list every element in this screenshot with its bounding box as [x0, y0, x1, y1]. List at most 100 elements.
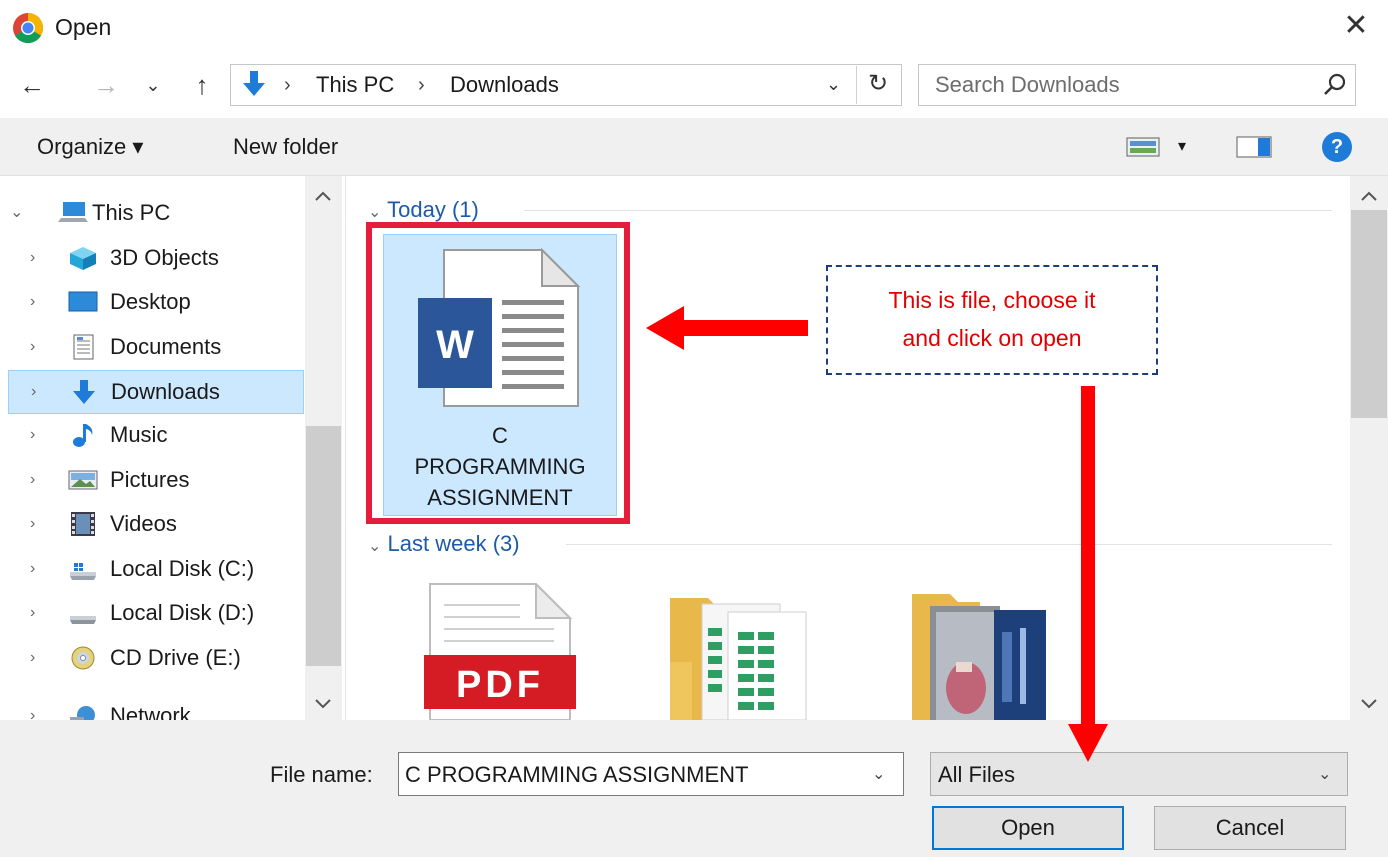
music-icon	[73, 424, 93, 447]
file-name-label: File name:	[270, 762, 373, 787]
group-divider	[524, 210, 1332, 211]
sidebar-item-cd-drive[interactable]: › CD Drive (E:)	[8, 637, 304, 681]
sidebar-item-label: Local Disk (C:)	[110, 556, 255, 581]
sidebar-item-local-disk-c[interactable]: › Local Disk (C:)	[8, 548, 304, 592]
group-label: Last week (3)	[387, 531, 520, 556]
folder-photos-icon[interactable]	[910, 592, 1050, 720]
sidebar-item-label: Network	[110, 703, 191, 720]
scroll-up-arrow-icon[interactable]	[314, 190, 332, 202]
group-divider	[566, 544, 1332, 545]
sidebar-item-pictures[interactable]: › Pictures	[8, 459, 304, 503]
sidebar-item-local-disk-d[interactable]: › Local Disk (D:)	[8, 592, 304, 636]
sidebar-item-this-pc[interactable]: ⌄ This PC	[8, 192, 304, 236]
scroll-up-arrow-icon[interactable]	[1360, 190, 1378, 202]
chevron-right-icon[interactable]: ›	[30, 703, 35, 720]
cancel-button[interactable]: Cancel	[1154, 806, 1346, 850]
group-header-last-week[interactable]: ⌄ Last week (3)	[368, 529, 520, 562]
chevron-down-icon[interactable]: ⌄	[368, 204, 381, 221]
documents-icon	[73, 334, 94, 360]
chevron-down-icon[interactable]: ⌄	[10, 200, 23, 226]
chevron-right-icon[interactable]: ›	[30, 245, 35, 271]
breadcrumb-separator: ›	[418, 74, 425, 96]
search-icon[interactable]	[1322, 72, 1348, 98]
annotation-line: This is file, choose it	[888, 287, 1096, 313]
sidebar-item-label: CD Drive (E:)	[110, 645, 241, 670]
scrollbar-thumb[interactable]	[1351, 210, 1387, 418]
chevron-down-icon[interactable]: ⌄	[1318, 760, 1331, 790]
sidebar-item-label: Pictures	[110, 467, 190, 492]
scroll-down-arrow-icon[interactable]	[314, 698, 332, 710]
new-folder-button[interactable]: New folder	[233, 132, 338, 162]
3d-objects-icon	[70, 247, 96, 270]
breadcrumb-downloads[interactable]: Downloads	[450, 70, 559, 100]
chevron-right-icon[interactable]: ›	[30, 556, 35, 582]
chevron-right-icon[interactable]: ›	[31, 379, 36, 405]
cd-drive-icon	[71, 646, 95, 670]
folder-spreadsheet-icon[interactable]	[668, 592, 808, 720]
view-dropdown-button[interactable]: ▾	[1178, 132, 1186, 162]
annotation-highlight-box	[366, 222, 630, 524]
search-placeholder: Search Downloads	[935, 72, 1120, 97]
sidebar-item-label: Local Disk (D:)	[110, 600, 255, 625]
sidebar-item-label: Videos	[110, 511, 177, 536]
downloads-arrow-icon	[243, 71, 265, 96]
pictures-icon	[68, 470, 98, 490]
sidebar-item-desktop[interactable]: › Desktop	[8, 281, 304, 325]
window-title: Open	[55, 14, 112, 40]
breadcrumb-this-pc[interactable]: This PC	[316, 70, 394, 100]
sidebar-item-label: Music	[110, 422, 168, 447]
chevron-down-icon[interactable]: ⌄	[368, 538, 381, 555]
navigation-pane[interactable]: ⌄ This PC › 3D Objects › Desktop › Docum…	[0, 176, 346, 720]
preview-pane-icon[interactable]	[1236, 136, 1272, 158]
annotation-arrow-left-icon	[646, 306, 808, 350]
sidebar-item-label: Documents	[110, 334, 222, 359]
forward-button[interactable]: →	[86, 66, 126, 104]
scrollbar-thumb[interactable]	[306, 426, 341, 666]
sidebar-item-downloads[interactable]: › Downloads	[8, 370, 304, 414]
sidebar-item-label: Downloads	[111, 379, 220, 404]
sidebar-item-3d-objects[interactable]: › 3D Objects	[8, 237, 304, 281]
windows-drive-icon	[70, 563, 96, 580]
organize-button[interactable]: Organize ▾	[37, 132, 143, 162]
close-button[interactable]: ✕	[1336, 8, 1376, 44]
recent-locations-button[interactable]: ⌄	[140, 66, 166, 104]
sidebar-item-music[interactable]: › Music	[8, 414, 304, 458]
title-bar	[0, 0, 1388, 56]
annotation-line: and click on open	[902, 325, 1082, 351]
sidebar-item-label: 3D Objects	[110, 245, 219, 270]
chevron-right-icon[interactable]: ›	[30, 422, 35, 448]
drive-icon	[70, 616, 96, 624]
chevron-down-icon[interactable]: ⌄	[872, 760, 885, 790]
address-dropdown-button[interactable]: ⌄	[826, 66, 841, 102]
view-options-icon[interactable]	[1126, 137, 1160, 157]
desktop-icon	[68, 291, 98, 312]
sidebar-item-label: This PC	[92, 200, 171, 225]
group-label: Today (1)	[387, 197, 479, 222]
sidebar-item-network[interactable]: › Network	[8, 695, 304, 720]
file-type-value: All Files	[938, 762, 1016, 787]
chevron-right-icon[interactable]: ›	[30, 334, 35, 360]
annotation-text: This is file, choose it and click on ope…	[826, 281, 1158, 357]
pdf-file-icon[interactable]: PDF	[424, 583, 576, 720]
sidebar-item-documents[interactable]: › Documents	[8, 326, 304, 370]
open-button[interactable]: Open	[932, 806, 1124, 850]
chevron-right-icon[interactable]: ›	[30, 645, 35, 671]
annotation-arrow-down-icon	[1068, 386, 1108, 762]
downloads-icon	[73, 380, 95, 404]
divider	[856, 66, 857, 104]
refresh-button[interactable]: ↻	[862, 66, 894, 102]
chevron-right-icon[interactable]: ›	[30, 467, 35, 493]
chevron-right-icon[interactable]: ›	[30, 511, 35, 537]
sidebar-item-videos[interactable]: › Videos	[8, 503, 304, 547]
chevron-right-icon[interactable]: ›	[30, 289, 35, 315]
network-icon	[70, 706, 95, 720]
scroll-down-arrow-icon[interactable]	[1360, 698, 1378, 710]
sidebar-item-label: Desktop	[110, 289, 191, 314]
pdf-badge: PDF	[456, 664, 544, 706]
chevron-right-icon[interactable]: ›	[30, 600, 35, 626]
breadcrumb-separator: ›	[284, 74, 291, 96]
up-button[interactable]: ↑	[182, 66, 222, 104]
file-name-value: C PROGRAMMING ASSIGNMENT	[405, 762, 749, 787]
help-button[interactable]: ?	[1322, 132, 1352, 162]
back-button[interactable]: ←	[12, 66, 52, 104]
